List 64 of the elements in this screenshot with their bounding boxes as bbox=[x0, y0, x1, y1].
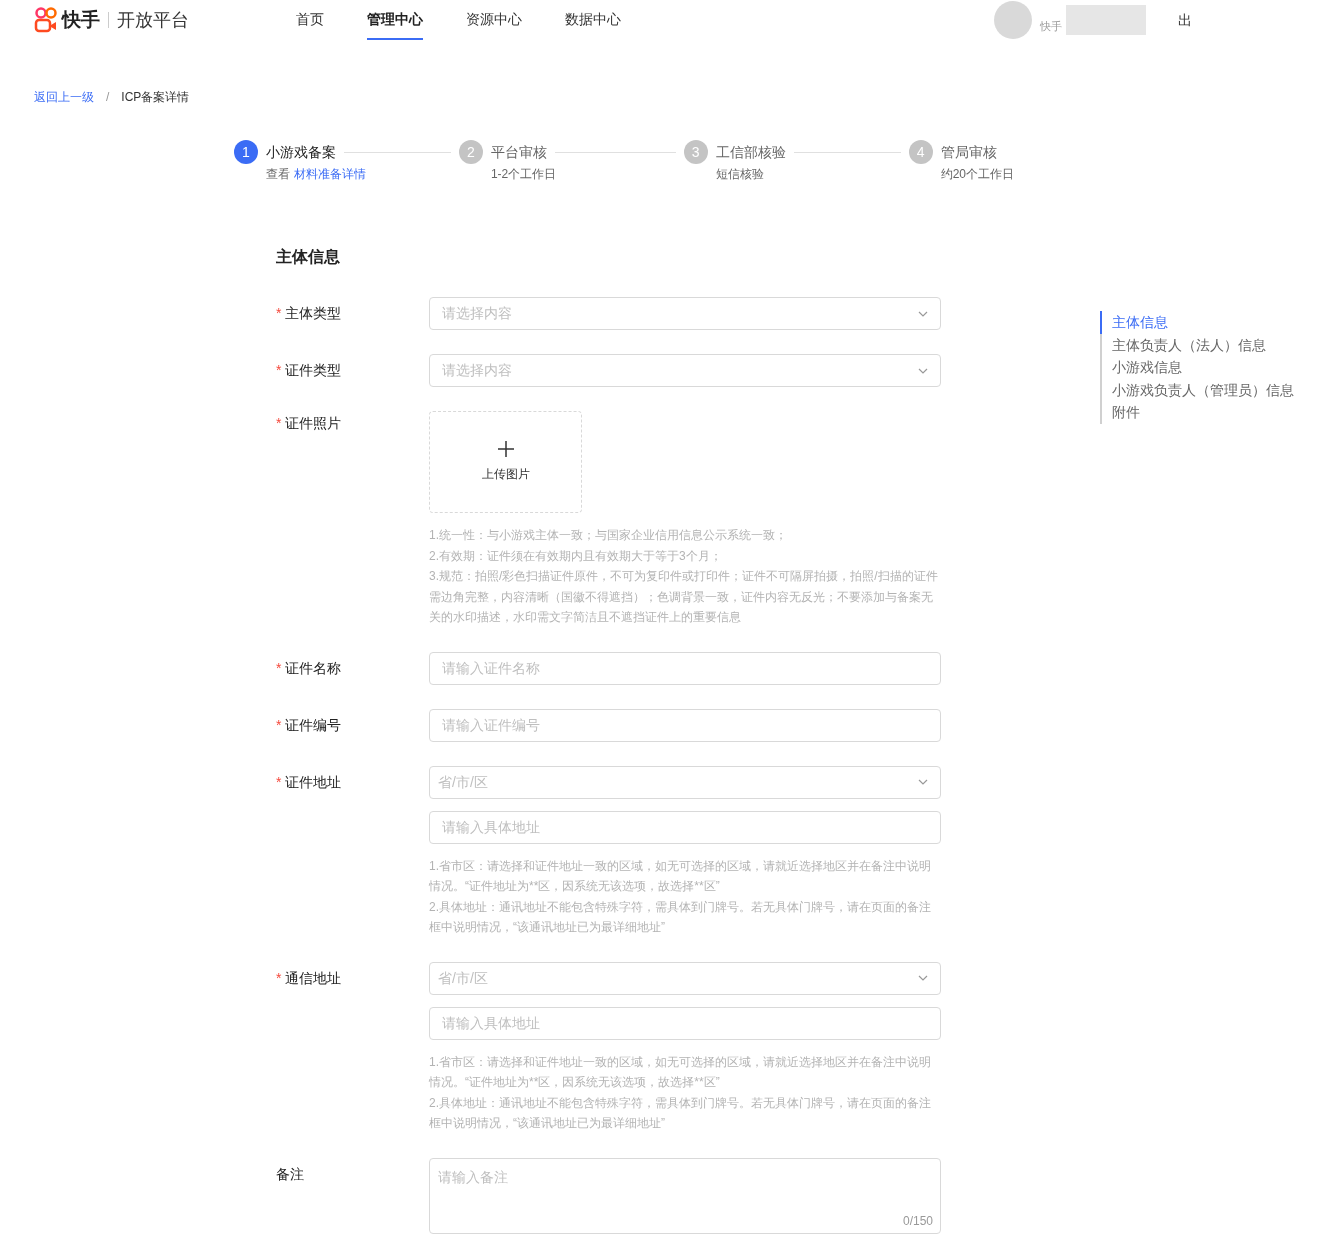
breadcrumb-separator: / bbox=[106, 89, 110, 106]
field-label: 证件地址 bbox=[285, 772, 342, 792]
chevron-down-icon bbox=[918, 975, 928, 981]
step-number: 2 bbox=[458, 140, 483, 164]
field-label: 证件照片 bbox=[285, 414, 342, 433]
section-title: 主体信息 bbox=[276, 247, 341, 267]
text-input[interactable]: 请输入证件名称 bbox=[429, 651, 941, 685]
nav-tab[interactable]: 首页 bbox=[296, 0, 324, 40]
upload-button[interactable]: 上传图片 bbox=[429, 411, 582, 513]
hint-text: 1.省市区：请选择和证件地址一致的区域，如无可选择的区域，请就近选择地区并在备注中说明情况。“证件地址为**区，因系统无该选项，故选择**区” bbox=[429, 1053, 932, 1091]
step-number: 4 bbox=[908, 140, 933, 164]
required-mark: * bbox=[276, 658, 282, 678]
step-title: 管局审核 bbox=[940, 142, 997, 162]
step-number: 3 bbox=[683, 140, 708, 164]
anchor-link[interactable]: 主体负责人（法人）信息 bbox=[1100, 333, 1294, 356]
hint-text: 2.具体地址：通讯地址不能包含特殊字符，需具体到门牌号。若无具体门牌号，请在页面的备注框中说明情况，“该通讯地址已为最详细地址” bbox=[429, 1094, 932, 1132]
char-counter: 0/150 bbox=[902, 1212, 933, 1230]
step-title: 小游戏备案 bbox=[266, 142, 336, 162]
text-input[interactable]: 请输入具体地址 bbox=[429, 1006, 941, 1040]
logout-link[interactable]: 出 bbox=[1178, 9, 1192, 31]
step-subtitle: 短信核验 bbox=[715, 166, 764, 183]
field-label: 证件类型 bbox=[285, 361, 342, 380]
field-label: 证件名称 bbox=[285, 658, 342, 678]
step-number: 1 bbox=[234, 140, 258, 164]
hint-text: 2.具体地址：通讯地址不能包含特殊字符，需具体到门牌号。若无具体门牌号，请在页面的备注框中说明情况，“该通讯地址已为最详细地址” bbox=[429, 898, 932, 936]
back-link[interactable]: 返回上一级 bbox=[34, 88, 94, 106]
field-label: 备注 bbox=[276, 1164, 304, 1184]
field-label: 通信地址 bbox=[285, 968, 342, 988]
avatar bbox=[994, 1, 1032, 39]
step-subtitle: 约20个工作日 bbox=[940, 166, 1014, 183]
required-mark: * bbox=[276, 772, 282, 792]
nav-tab[interactable]: 资源中心 bbox=[466, 0, 522, 40]
logo-text: 快手 bbox=[62, 7, 100, 32]
chevron-down-icon bbox=[918, 779, 928, 785]
nav-tab[interactable]: 数据中心 bbox=[565, 0, 621, 40]
required-mark: * bbox=[276, 715, 282, 735]
anchor-link[interactable]: 主体信息 bbox=[1100, 311, 1294, 334]
anchor-link[interactable]: 小游戏负责人（管理员）信息 bbox=[1100, 378, 1294, 401]
user-name: 快手 bbox=[1040, 18, 1062, 34]
step-subtitle: 查看 bbox=[266, 166, 290, 183]
chevron-down-icon bbox=[918, 310, 928, 317]
breadcrumb-current: ICP备案详情 bbox=[121, 89, 190, 106]
materials-link[interactable]: 材料准备详情 bbox=[294, 165, 366, 183]
logo-icon bbox=[34, 7, 58, 33]
chevron-down-icon bbox=[918, 367, 928, 374]
step-subtitle: 1-2个工作日 bbox=[490, 166, 557, 183]
required-mark: * bbox=[276, 304, 282, 323]
step-title: 工信部核验 bbox=[715, 142, 786, 162]
text-input[interactable]: 请输入证件编号 bbox=[429, 708, 941, 742]
required-mark: * bbox=[276, 361, 282, 380]
plus-icon bbox=[497, 441, 514, 457]
text-input[interactable]: 请输入具体地址 bbox=[429, 810, 941, 844]
hint-text: 1.统一性：与小游戏主体一致；与国家企业信用信息公示系统一致； bbox=[429, 527, 788, 544]
anchor-link[interactable]: 附件 bbox=[1100, 401, 1294, 424]
field-label: 证件编号 bbox=[285, 715, 342, 735]
logo-subtitle: 开放平台 bbox=[117, 8, 189, 32]
nav-tab[interactable]: 管理中心 bbox=[367, 0, 423, 40]
hint-text: 1.省市区：请选择和证件地址一致的区域，如无可选择的区域，请就近选择地区并在备注中说明情况。“证件地址为**区，因系统无该选项，故选择**区” bbox=[429, 857, 932, 895]
step-title: 平台审核 bbox=[490, 142, 547, 162]
anchor-link[interactable]: 小游戏信息 bbox=[1100, 356, 1294, 379]
hint-text: 2.有效期：证件须在有效期内且有效期大于等于3个月； bbox=[429, 547, 723, 565]
field-label: 主体类型 bbox=[285, 304, 342, 323]
required-mark: * bbox=[276, 414, 282, 433]
required-mark: * bbox=[276, 968, 282, 988]
